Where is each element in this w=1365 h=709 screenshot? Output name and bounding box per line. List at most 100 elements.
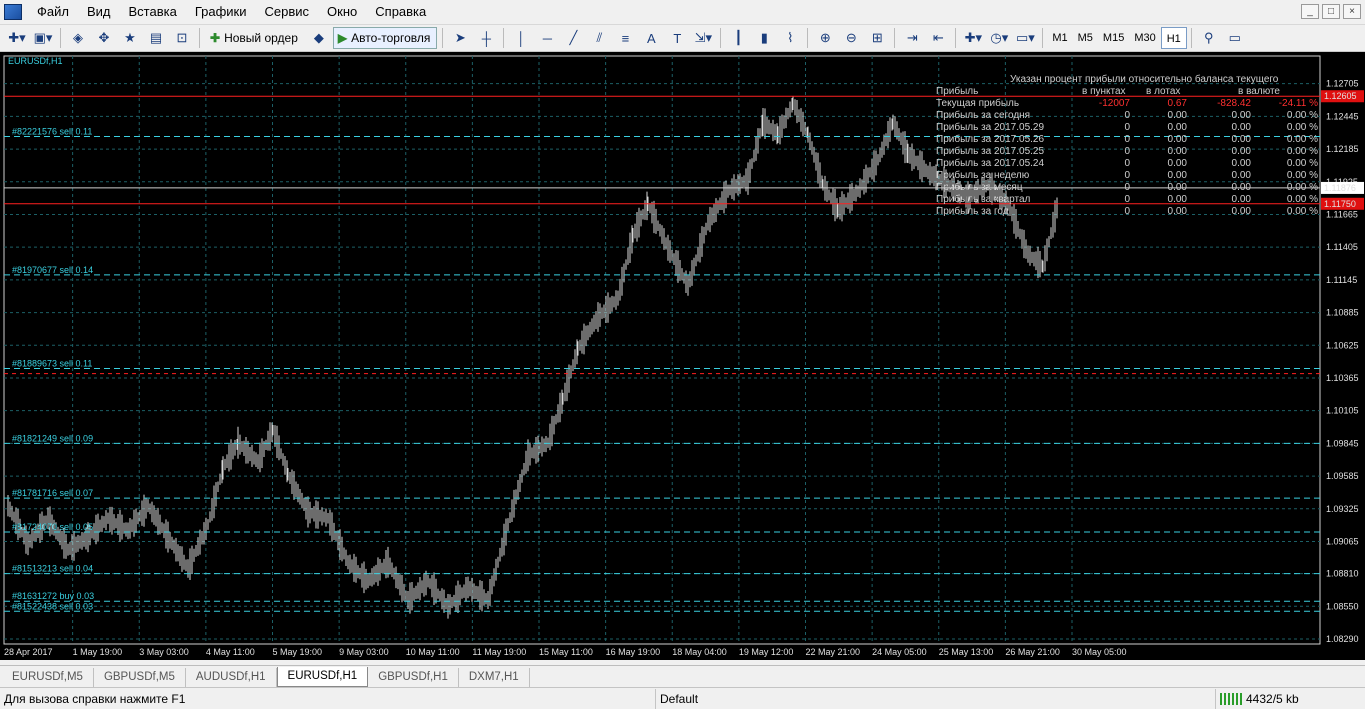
timeframe-m1[interactable]: M1 bbox=[1047, 27, 1072, 49]
text-label-icon[interactable]: T bbox=[665, 27, 689, 49]
profit-row-currency: 0.00 bbox=[1232, 206, 1252, 217]
close-button[interactable]: × bbox=[1343, 4, 1361, 19]
date-tick-label: 22 May 21:00 bbox=[806, 647, 861, 657]
price-bars bbox=[7, 96, 1058, 619]
date-tick-label: 3 May 03:00 bbox=[139, 647, 189, 657]
periods-icon[interactable]: ◷▾ bbox=[987, 27, 1011, 49]
toolbar-separator bbox=[442, 28, 444, 48]
search-icon[interactable]: ⚲ bbox=[1197, 27, 1221, 49]
toolbar: ✚▾ ▣▾ ◈ ✥ ★ ▤ ⊡ ✚ Новый ордер ◆ ▶ Авто-тор… bbox=[0, 24, 1365, 52]
price-tick-label: 1.08810 bbox=[1326, 569, 1359, 579]
price-tick-label: 1.09325 bbox=[1326, 504, 1359, 514]
price-tick-label: 1.12445 bbox=[1326, 111, 1359, 121]
favorites-icon[interactable]: ★ bbox=[118, 27, 142, 49]
profit-row-label: Прибыль за год bbox=[936, 205, 1009, 217]
timeframe-h1[interactable]: H1 bbox=[1160, 27, 1187, 49]
date-tick-label: 15 May 11:00 bbox=[539, 647, 593, 657]
fibonacci-icon[interactable]: ≡ bbox=[613, 27, 637, 49]
toolbar-separator bbox=[503, 28, 505, 48]
profit-row-points: 0 bbox=[1124, 194, 1130, 205]
tab-gbpusdf-h1[interactable]: GBPUSDf,H1 bbox=[368, 668, 459, 687]
autotrading-icon: ▶ bbox=[337, 31, 348, 45]
date-tick-label: 10 May 11:00 bbox=[406, 647, 460, 657]
restore-button[interactable]: □ bbox=[1322, 4, 1340, 19]
text-icon[interactable]: A bbox=[639, 27, 663, 49]
profit-row-currency: 0.00 bbox=[1232, 194, 1252, 205]
status-traffic: 4432/5 kb bbox=[1246, 691, 1299, 706]
menu-window[interactable]: Окно bbox=[318, 0, 366, 24]
zoom-in-icon[interactable]: ⊕ bbox=[813, 27, 837, 49]
tab-gbpusdf-m5[interactable]: GBPUSDf,M5 bbox=[94, 668, 186, 687]
terminal-window: Файл Вид Вставка Графики Сервис Окно Спр… bbox=[0, 0, 1365, 709]
new-order-button[interactable]: ✚ Новый ордер bbox=[205, 27, 305, 49]
profit-row-points: 0 bbox=[1124, 146, 1130, 157]
profit-row-percent: 0.00 % bbox=[1287, 110, 1318, 121]
zoom-out-icon[interactable]: ⊖ bbox=[839, 27, 863, 49]
menu-insert[interactable]: Вставка bbox=[120, 0, 186, 24]
status-bar: Для вызова справки нажмите F1 Default 44… bbox=[0, 687, 1365, 709]
profit-row-lots: 0.00 bbox=[1168, 110, 1188, 121]
timeframe-m30[interactable]: M30 bbox=[1129, 27, 1160, 49]
menu-file[interactable]: Файл bbox=[28, 0, 78, 24]
tab-eurusdf-h1[interactable]: EURUSDf,H1 bbox=[276, 667, 369, 687]
market-watch-icon[interactable]: ◈ bbox=[66, 27, 90, 49]
arrows-icon[interactable]: ⇲▾ bbox=[691, 27, 715, 49]
candlesticks-icon[interactable]: ▮ bbox=[752, 27, 776, 49]
date-tick-label: 25 May 13:00 bbox=[939, 647, 994, 657]
status-connection: 4432/5 kb bbox=[1216, 689, 1303, 709]
cursor-icon[interactable]: ➤ bbox=[448, 27, 472, 49]
timeframe-m15[interactable]: M15 bbox=[1098, 27, 1129, 49]
meta-editor-icon[interactable]: ◆ bbox=[307, 27, 331, 49]
vertical-line-icon[interactable]: │ bbox=[509, 27, 533, 49]
horizontal-line-icon[interactable]: ─ bbox=[535, 27, 559, 49]
minimize-button[interactable]: _ bbox=[1301, 4, 1319, 19]
profit-row-points: 0 bbox=[1124, 122, 1130, 133]
tester-icon[interactable]: ⊡ bbox=[170, 27, 194, 49]
profit-row-lots: 0.00 bbox=[1168, 206, 1188, 217]
templates-icon[interactable]: ▭▾ bbox=[1013, 27, 1037, 49]
profit-row-currency: 0.00 bbox=[1232, 170, 1252, 181]
autotrading-button[interactable]: ▶ Авто-торговля bbox=[332, 27, 438, 49]
equidistant-channel-icon[interactable]: ⫽ bbox=[587, 27, 611, 49]
line-chart-icon[interactable]: ⌇ bbox=[778, 27, 802, 49]
profit-row-lots: 0.00 bbox=[1168, 182, 1188, 193]
profit-row-lots: 0.00 bbox=[1168, 134, 1188, 145]
profit-row-label: Прибыль за 2017.05.29 bbox=[936, 121, 1044, 133]
profit-row-label: Прибыль за 2017.05.25 bbox=[936, 145, 1044, 157]
tile-windows-icon[interactable]: ⊞ bbox=[865, 27, 889, 49]
tab-eurusdf-m5[interactable]: EURUSDf,M5 bbox=[2, 668, 94, 687]
navigator-icon[interactable]: ✥ bbox=[92, 27, 116, 49]
order-label: #81631272 buy 0.03 bbox=[12, 591, 94, 601]
date-tick-label: 4 May 11:00 bbox=[206, 647, 255, 657]
profiles-icon[interactable]: ▣▾ bbox=[31, 27, 55, 49]
bar-chart-icon[interactable]: ┃ bbox=[726, 27, 750, 49]
community-icon[interactable]: ▭ bbox=[1223, 27, 1247, 49]
menu-charts[interactable]: Графики bbox=[186, 0, 256, 24]
terminal-icon[interactable]: ▤ bbox=[144, 27, 168, 49]
new-chart-icon[interactable]: ✚▾ bbox=[5, 27, 29, 49]
profit-row-points: 0 bbox=[1124, 170, 1130, 181]
menu-view[interactable]: Вид bbox=[78, 0, 120, 24]
price-tick-label: 1.11665 bbox=[1326, 209, 1358, 219]
timeframe-m5[interactable]: M5 bbox=[1073, 27, 1098, 49]
crosshair-icon[interactable]: ┼ bbox=[474, 27, 498, 49]
trendline-icon[interactable]: ╱ bbox=[561, 27, 585, 49]
price-tick-label: 1.10365 bbox=[1326, 373, 1359, 383]
autoscroll-icon[interactable]: ⇥ bbox=[900, 27, 924, 49]
chart-shift-icon[interactable]: ⇤ bbox=[926, 27, 950, 49]
indicators-icon[interactable]: ✚▾ bbox=[961, 27, 985, 49]
date-tick-label: 30 May 05:00 bbox=[1072, 647, 1127, 657]
price-chart[interactable]: #82221576 sell 0.11 #81970677 sell 0.14 #8… bbox=[0, 52, 1365, 660]
tab-audusdf-h1[interactable]: AUDUSDf,H1 bbox=[186, 668, 277, 687]
menu-help[interactable]: Справка bbox=[366, 0, 435, 24]
order-lines: #82221576 sell 0.11 #81970677 sell 0.14 #8… bbox=[4, 95, 1320, 612]
tab-dxm7-h1[interactable]: DXM7,H1 bbox=[459, 668, 530, 687]
price-tick-label: 1.09065 bbox=[1326, 536, 1359, 546]
app-icon[interactable] bbox=[4, 4, 22, 20]
profit-row-points: 0 bbox=[1124, 134, 1130, 145]
profit-row-currency: -828.42 bbox=[1217, 98, 1251, 109]
menu-tools[interactable]: Сервис bbox=[256, 0, 319, 24]
price-tick-label: 1.12705 bbox=[1326, 79, 1359, 89]
price-marker-current-label: 1.11876 bbox=[1324, 183, 1356, 193]
profit-row-percent: 0.00 % bbox=[1287, 122, 1318, 133]
